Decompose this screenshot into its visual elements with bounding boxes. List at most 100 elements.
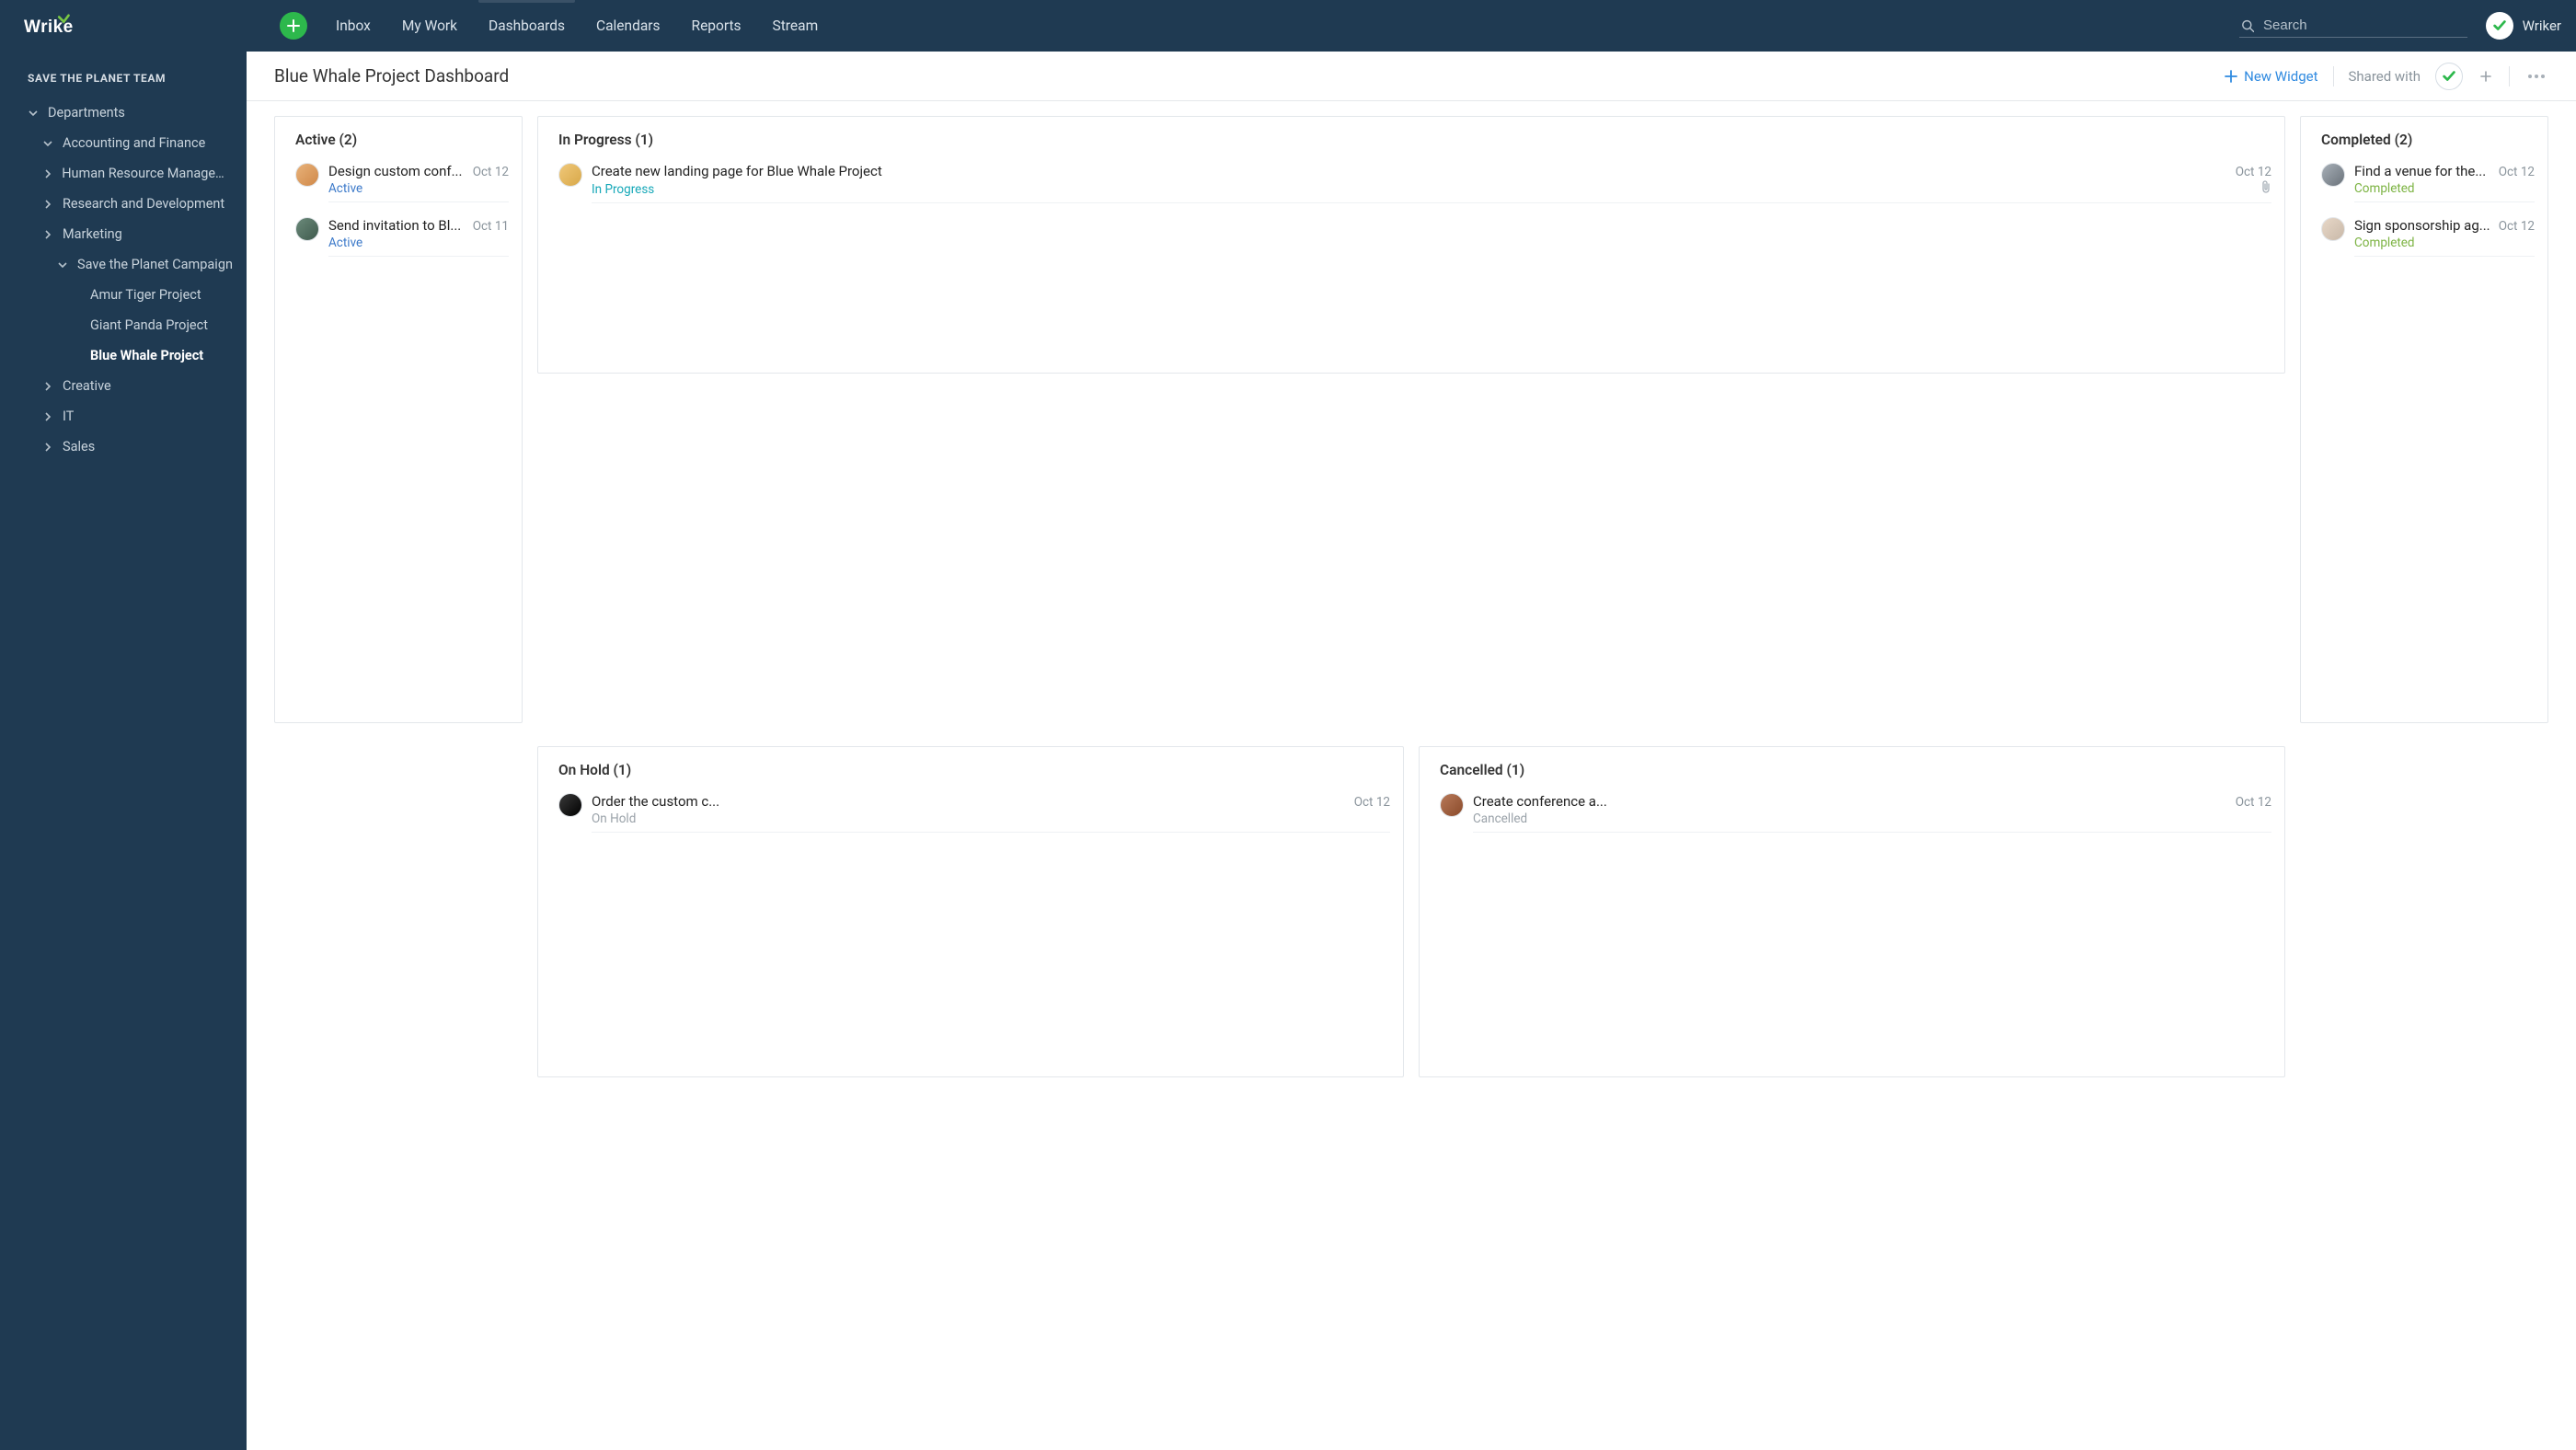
chevron-right-icon bbox=[42, 200, 53, 209]
task-row[interactable]: Send invitation to Bl... Oct 11 Active bbox=[275, 210, 522, 264]
shared-with-label: Shared with bbox=[2349, 68, 2421, 85]
tree-label: Save the Planet Campaign bbox=[77, 257, 233, 272]
task-row[interactable]: Create new landing page for Blue Whale P… bbox=[538, 155, 2284, 211]
task-title: Create new landing page for Blue Whale P… bbox=[592, 163, 2228, 179]
dashboard-board: Active (2) Design custom conf... Oct 12 … bbox=[247, 101, 2576, 1450]
tree-campaign[interactable]: Save the Planet Campaign bbox=[0, 249, 247, 280]
widget-title: In Progress (1) bbox=[538, 117, 2284, 155]
more-menu-button[interactable] bbox=[2524, 71, 2548, 82]
widget-on-hold: On Hold (1) Order the custom c... Oct 12… bbox=[537, 746, 1404, 1077]
new-widget-label: New Widget bbox=[2244, 68, 2317, 85]
task-date: Oct 12 bbox=[2499, 165, 2535, 179]
attachment-icon bbox=[2260, 179, 2271, 197]
content-area: Blue Whale Project Dashboard New Widget … bbox=[247, 52, 2576, 1450]
chevron-down-icon bbox=[42, 139, 53, 148]
chevron-down-icon bbox=[28, 109, 39, 118]
chevron-right-icon bbox=[42, 382, 53, 391]
task-title: Design custom conf... bbox=[328, 163, 466, 179]
tree-hr[interactable]: Human Resource Management bbox=[0, 158, 247, 189]
tree-rnd[interactable]: Research and Development bbox=[0, 189, 247, 219]
check-icon bbox=[2491, 17, 2508, 34]
tree-departments[interactable]: Departments bbox=[0, 98, 247, 128]
widget-cancelled: Cancelled (1) Create conference a... Oct… bbox=[1419, 746, 2285, 1077]
brand-logo[interactable]: Wrike bbox=[24, 12, 96, 40]
widget-in-progress: In Progress (1) Create new landing page … bbox=[537, 116, 2285, 374]
chevron-right-icon bbox=[42, 443, 53, 452]
plus-icon bbox=[2479, 70, 2492, 83]
tree-creative[interactable]: Creative bbox=[0, 371, 247, 401]
divider bbox=[2333, 66, 2334, 86]
nav-calendars[interactable]: Calendars bbox=[593, 1, 663, 51]
tree-label: IT bbox=[63, 409, 74, 424]
assignee-avatar bbox=[2321, 217, 2345, 241]
nav-items: Inbox My Work Dashboards Calendars Repor… bbox=[280, 1, 821, 51]
tree-label: Marketing bbox=[63, 226, 122, 242]
sidebar: SAVE THE PLANET TEAM Departments Account… bbox=[0, 52, 247, 1450]
tree-label: Blue Whale Project bbox=[90, 348, 203, 363]
tree-sales[interactable]: Sales bbox=[0, 432, 247, 462]
user-avatar bbox=[2486, 12, 2513, 40]
add-button[interactable] bbox=[280, 12, 307, 40]
header-actions: New Widget Shared with bbox=[2225, 63, 2548, 90]
nav-my-work[interactable]: My Work bbox=[399, 1, 460, 51]
task-status: Active bbox=[328, 181, 509, 196]
user-menu[interactable]: Wriker bbox=[2486, 12, 2561, 40]
tree-marketing[interactable]: Marketing bbox=[0, 219, 247, 249]
tree-accounting[interactable]: Accounting and Finance bbox=[0, 128, 247, 158]
assignee-avatar bbox=[558, 163, 582, 187]
divider bbox=[2509, 66, 2510, 86]
nav-dashboards[interactable]: Dashboards bbox=[486, 1, 568, 51]
chevron-right-icon bbox=[42, 412, 53, 421]
team-name: SAVE THE PLANET TEAM bbox=[0, 72, 247, 98]
top-nav: Wrike Inbox My Work Dashboards Calendars… bbox=[0, 0, 2576, 52]
task-date: Oct 12 bbox=[2236, 795, 2271, 810]
user-name: Wriker bbox=[2523, 17, 2561, 34]
shared-avatar[interactable] bbox=[2435, 63, 2463, 90]
task-status: Active bbox=[328, 236, 509, 250]
task-row[interactable]: Sign sponsorship ag... Oct 12 Completed bbox=[2301, 210, 2547, 264]
task-row[interactable]: Create conference a... Oct 12 Cancelled bbox=[1420, 786, 2284, 840]
widget-title: Cancelled (1) bbox=[1420, 747, 2284, 786]
widget-active: Active (2) Design custom conf... Oct 12 … bbox=[274, 116, 523, 723]
assignee-avatar bbox=[2321, 163, 2345, 187]
task-row[interactable]: Find a venue for the... Oct 12 Completed bbox=[2301, 155, 2547, 210]
chevron-right-icon bbox=[42, 230, 53, 239]
assignee-avatar bbox=[295, 163, 319, 187]
task-status: Cancelled bbox=[1473, 811, 2271, 826]
plus-icon bbox=[287, 19, 300, 32]
assignee-avatar bbox=[1440, 793, 1464, 817]
task-status: In Progress bbox=[592, 182, 654, 197]
new-widget-button[interactable]: New Widget bbox=[2225, 68, 2317, 85]
tree-project-amur[interactable]: Amur Tiger Project bbox=[0, 280, 247, 310]
nav-inbox[interactable]: Inbox bbox=[333, 1, 374, 51]
wrike-logo-icon: Wrike bbox=[24, 12, 96, 40]
nav-reports[interactable]: Reports bbox=[689, 1, 744, 51]
tree-it[interactable]: IT bbox=[0, 401, 247, 432]
page-header: Blue Whale Project Dashboard New Widget … bbox=[247, 52, 2576, 101]
task-title: Create conference a... bbox=[1473, 793, 2228, 810]
task-row[interactable]: Order the custom c... Oct 12 On Hold bbox=[538, 786, 1403, 840]
share-add-button[interactable] bbox=[2478, 68, 2494, 85]
search-input[interactable] bbox=[2263, 17, 2466, 33]
topbar-right: Wriker bbox=[2239, 12, 2561, 40]
tree-project-panda[interactable]: Giant Panda Project bbox=[0, 310, 247, 340]
tree-label: Research and Development bbox=[63, 196, 224, 212]
nav-stream[interactable]: Stream bbox=[770, 1, 822, 51]
task-status: Completed bbox=[2354, 181, 2535, 196]
task-row[interactable]: Design custom conf... Oct 12 Active bbox=[275, 155, 522, 210]
tree-label: Departments bbox=[48, 105, 125, 121]
task-date: Oct 12 bbox=[2236, 165, 2271, 179]
check-icon bbox=[2441, 68, 2457, 85]
widget-completed: Completed (2) Find a venue for the... Oc… bbox=[2300, 116, 2548, 723]
task-status: Completed bbox=[2354, 236, 2535, 250]
tree-label: Creative bbox=[63, 378, 111, 394]
svg-text:Wrike: Wrike bbox=[24, 17, 74, 37]
widget-title: Active (2) bbox=[275, 117, 522, 155]
tree-label: Giant Panda Project bbox=[90, 317, 208, 333]
assignee-avatar bbox=[295, 217, 319, 241]
widget-title: Completed (2) bbox=[2301, 117, 2547, 155]
search-box[interactable] bbox=[2239, 14, 2467, 38]
tree-label: Sales bbox=[63, 439, 95, 455]
task-title: Send invitation to Bl... bbox=[328, 217, 466, 234]
tree-project-bluewhale[interactable]: Blue Whale Project bbox=[0, 340, 247, 371]
